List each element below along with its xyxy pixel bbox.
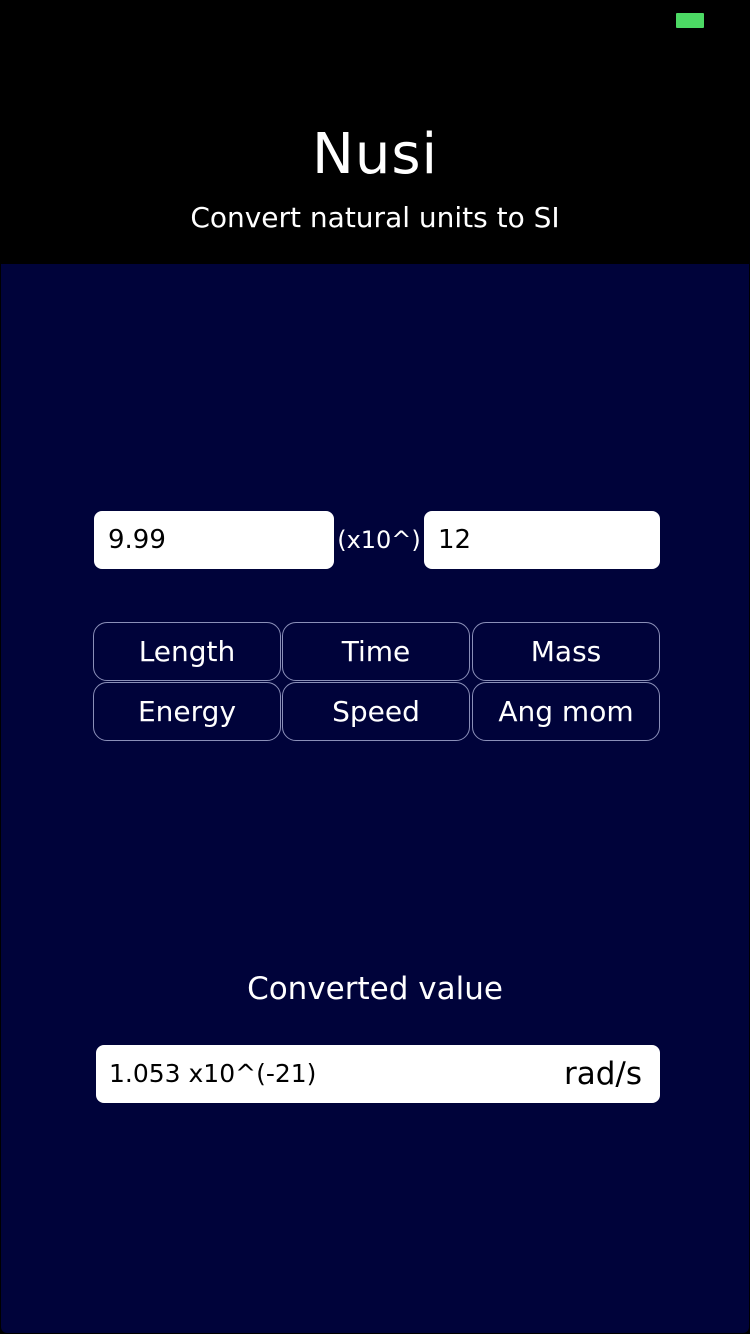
energy-button[interactable]: Energy: [93, 682, 281, 741]
app-title: Nusi: [311, 122, 439, 187]
converter-panel: 9.99 (x10^) 12 Length Time Mass Energy S…: [1, 264, 749, 1333]
converted-value-field: 1.053 x10^(-21) rad/s: [96, 1045, 660, 1103]
mass-button[interactable]: Mass: [472, 622, 660, 681]
speed-button[interactable]: Speed: [282, 682, 470, 741]
converted-unit: rad/s: [563, 1056, 642, 1092]
converted-value: 1.053 x10^(-21): [109, 1059, 317, 1088]
status-bar: [0, 0, 750, 40]
app-subtitle: Convert natural units to SI: [190, 201, 560, 234]
exponent-input[interactable]: 12: [424, 511, 660, 569]
length-button[interactable]: Length: [93, 622, 281, 681]
time-button[interactable]: Time: [282, 622, 470, 681]
angular-momentum-button[interactable]: Ang mom: [472, 682, 660, 741]
multiplier-label: (x10^): [337, 526, 421, 554]
app-screen: Nusi Convert natural units to SI 9.99 (x…: [0, 0, 750, 1334]
battery-icon: [676, 13, 704, 28]
converted-value-label: Converted value: [247, 971, 503, 1007]
mantissa-input[interactable]: 9.99: [94, 511, 334, 569]
